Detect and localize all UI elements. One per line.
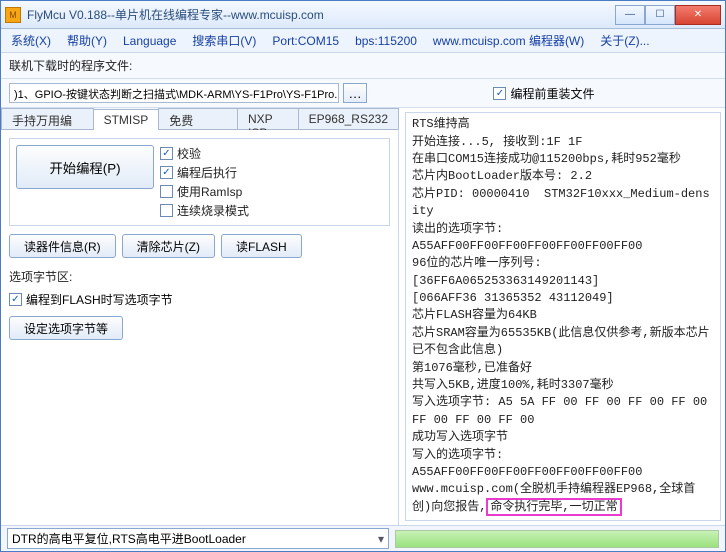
window-title: FlyMcu V0.188--单片机在线编程专家--www.mcuisp.com [27, 6, 615, 23]
right-pane: RTS置高(+3-+12V),选择进入BootLoader ...延时100毫秒… [399, 108, 725, 525]
erase-chip-button[interactable]: 清除芯片(Z) [122, 234, 215, 258]
menu-language[interactable]: Language [117, 32, 182, 50]
set-option-bytes-button[interactable]: 设定选项字节等 [9, 316, 123, 340]
tab-ep968[interactable]: EP968_RS232 [298, 108, 399, 129]
log-output[interactable]: RTS置高(+3-+12V),选择进入BootLoader ...延时100毫秒… [405, 112, 721, 521]
write-option-bytes-checkbox[interactable]: ✓编程到FLASH时写选项字节 [9, 291, 390, 308]
tab-stmiap[interactable]: 免费STMIAP [158, 108, 238, 129]
file-row2: )1、GPIO-按键状态判断之扫描式\MDK-ARM\YS-F1Pro\YS-F… [1, 79, 725, 108]
opt-continuous[interactable]: 连续烧录模式 [160, 202, 249, 219]
minimize-button[interactable]: — [615, 5, 645, 25]
maximize-button[interactable]: ☐ [645, 5, 675, 25]
progress-bar [395, 530, 719, 548]
tabs: 手持万用编程器 STMISP 免费STMIAP NXP ISP EP968_RS… [1, 108, 398, 130]
titlebar[interactable]: M FlyMcu V0.188--单片机在线编程专家--www.mcuisp.c… [1, 1, 725, 29]
menu-port[interactable]: Port:COM15 [266, 32, 345, 50]
menu-help[interactable]: 帮助(Y) [61, 30, 113, 51]
reinstall-label: 编程前重装文件 [510, 85, 594, 102]
app-icon: M [5, 7, 21, 23]
read-flash-button[interactable]: 读FLASH [221, 234, 302, 258]
file-label: 联机下载时的程序文件: [9, 57, 132, 74]
tab-handheld[interactable]: 手持万用编程器 [1, 108, 94, 129]
tab-nxpisp[interactable]: NXP ISP [237, 108, 299, 129]
menu-searchport[interactable]: 搜索串口(V) [186, 30, 262, 51]
read-device-info-button[interactable]: 读器件信息(R) [9, 234, 116, 258]
menu-system[interactable]: 系统(X) [5, 30, 57, 51]
file-row: 联机下载时的程序文件: [1, 53, 725, 79]
app-window: M FlyMcu V0.188--单片机在线编程专家--www.mcuisp.c… [0, 0, 726, 552]
browse-button[interactable]: … [343, 83, 367, 103]
bottom-bar: DTR的高电平复位,RTS高电平进BootLoader [1, 525, 725, 551]
main-area: 手持万用编程器 STMISP 免费STMIAP NXP ISP EP968_RS… [1, 108, 725, 525]
menu-site[interactable]: www.mcuisp.com 编程器(W) [427, 30, 590, 51]
opt-run-after[interactable]: ✓编程后执行 [160, 164, 249, 181]
option-bytes-label: 选项字节区: [9, 268, 390, 285]
reset-mode-combo[interactable]: DTR的高电平复位,RTS高电平进BootLoader [7, 528, 389, 549]
reinstall-checkbox[interactable]: ✓编程前重装文件 [493, 85, 594, 102]
tab-stmisp[interactable]: STMISP [93, 109, 160, 130]
opt-ramisp[interactable]: 使用RamIsp [160, 183, 249, 200]
menu-bps[interactable]: bps:115200 [349, 32, 423, 50]
start-program-button[interactable]: 开始编程(P) [16, 145, 154, 189]
file-path-input[interactable]: )1、GPIO-按键状态判断之扫描式\MDK-ARM\YS-F1Pro\YS-F… [9, 83, 339, 103]
menubar: 系统(X) 帮助(Y) Language 搜索串口(V) Port:COM15 … [1, 29, 725, 53]
panel-stmisp: 开始编程(P) ✓校验 ✓编程后执行 使用RamIsp 连续烧录模式 读器件信息… [1, 130, 398, 525]
close-button[interactable]: ✕ [675, 5, 721, 25]
left-pane: 手持万用编程器 STMISP 免费STMIAP NXP ISP EP968_RS… [1, 108, 399, 525]
menu-about[interactable]: 关于(Z)... [594, 30, 655, 51]
opt-verify[interactable]: ✓校验 [160, 145, 249, 162]
log-success-highlight: 命令执行完毕,一切正常 [486, 498, 621, 516]
